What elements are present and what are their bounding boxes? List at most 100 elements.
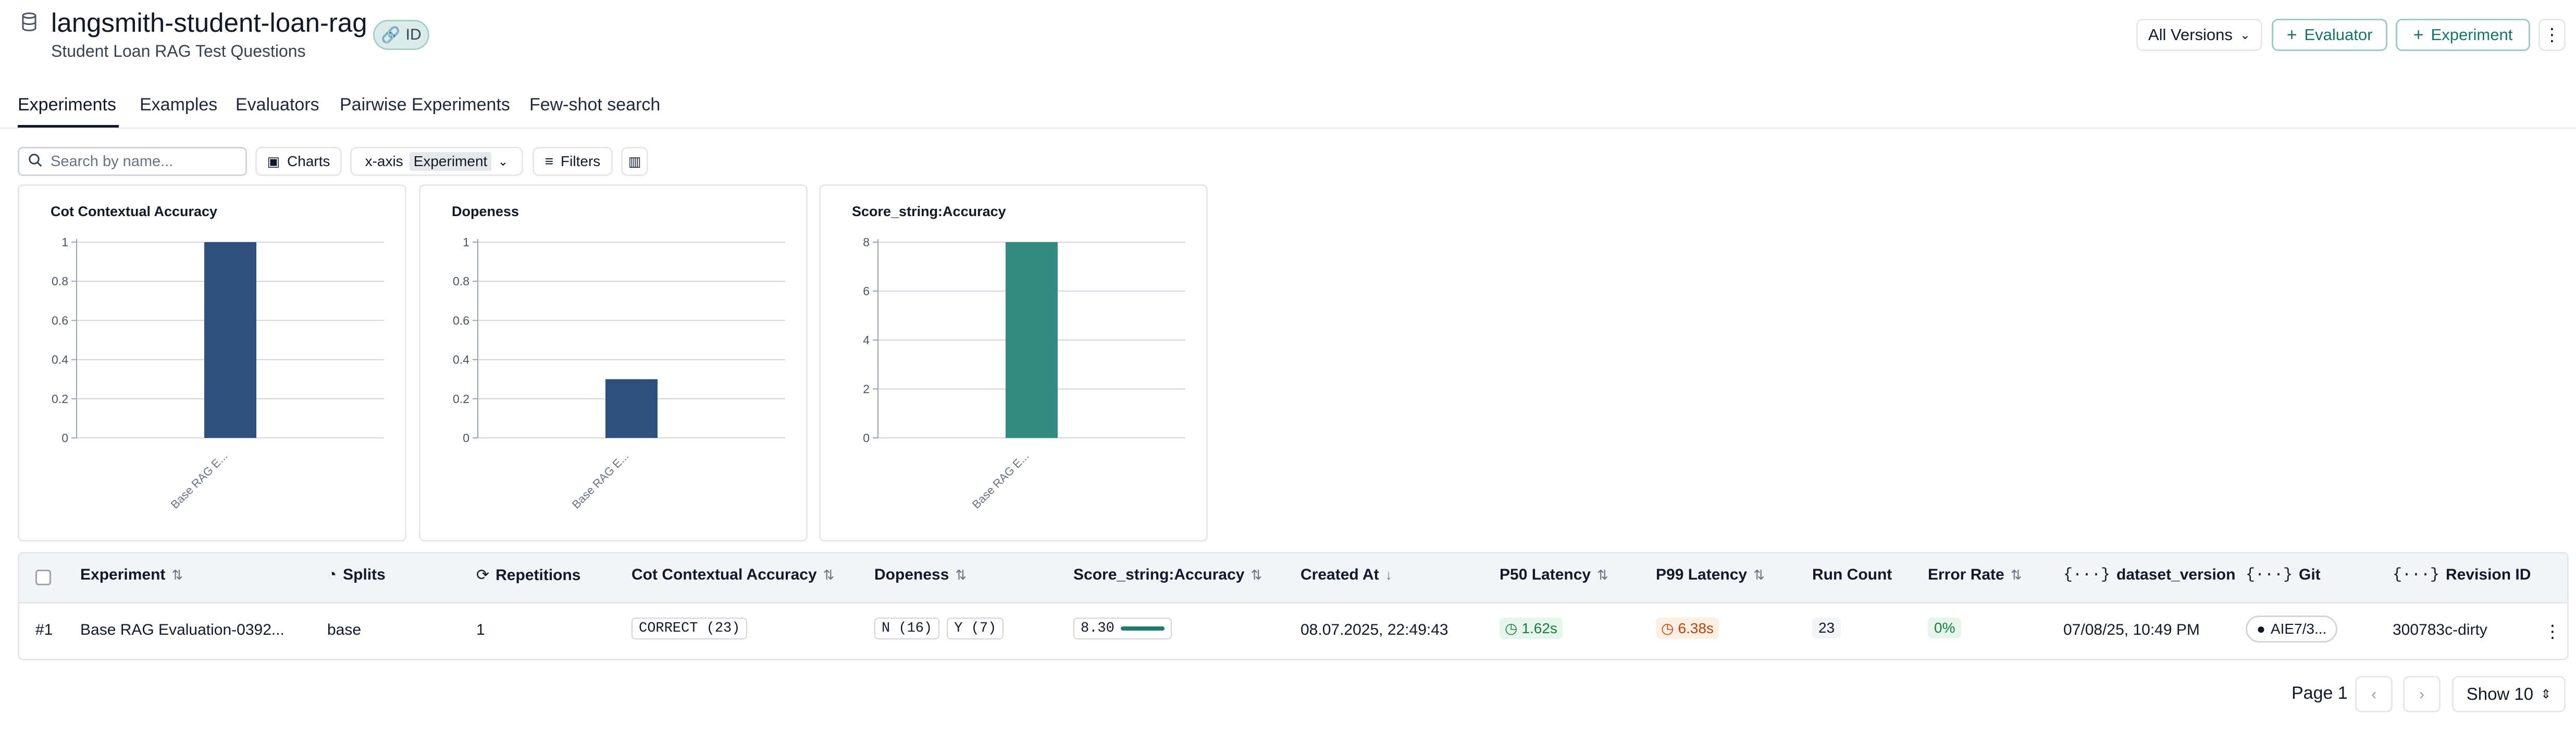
tab-experiments[interactable]: Experiments [18, 95, 116, 115]
col-experiment[interactable]: Experiment ⇅ [80, 566, 183, 584]
chevron-down-icon: ⌄ [2239, 28, 2251, 42]
score-bar [1120, 626, 1165, 631]
versions-select[interactable]: All Versions ⌄ [2136, 19, 2262, 51]
clock-icon: ◷ [1661, 620, 1674, 636]
more-menu-button[interactable]: ⋮ [2538, 19, 2566, 51]
row-index: #1 [35, 621, 53, 638]
tabs-divider [0, 128, 2576, 129]
search-box[interactable]: Search by name... [18, 147, 247, 176]
columns-button[interactable]: ▥ [621, 147, 648, 176]
created-at-value: 08.07.2025, 22:49:43 [1301, 621, 1448, 638]
columns-icon: ▥ [628, 153, 641, 169]
sort-icon: ⇅ [955, 567, 967, 583]
y-tick-label: 0 [463, 431, 469, 445]
col-splits[interactable]: ◔ Splits [327, 566, 386, 584]
y-tick-label: 0.8 [52, 274, 68, 288]
col-p50-latency[interactable]: P50 Latency ⇅ [1500, 566, 1608, 584]
tab-examples[interactable]: Examples [140, 95, 217, 115]
cot-feedback[interactable]: CORRECT (23) [631, 618, 748, 639]
chevron-updown-icon: ⇕ [2541, 687, 2552, 701]
sort-icon: ⇅ [1250, 567, 1262, 583]
y-tick-label: 0.8 [453, 274, 469, 288]
y-tick-label: 8 [863, 235, 870, 249]
col-git[interactable]: {···} Git [2246, 566, 2321, 584]
bar [1006, 242, 1058, 438]
chevron-right-icon: › [2419, 685, 2425, 703]
link-icon: 🔗 [381, 26, 401, 44]
clock-icon: ◷ [1505, 620, 1518, 636]
score-feedback[interactable]: 8.30 [1073, 618, 1172, 639]
filters-button[interactable]: ≡ Filters [532, 147, 613, 176]
sort-icon: ⇅ [1597, 567, 1608, 583]
y-tick-label: 0.6 [453, 313, 469, 327]
col-dataset-version[interactable]: {···} dataset_version [2063, 566, 2235, 584]
charts-toggle-button[interactable]: ▣ Charts [255, 147, 342, 176]
prev-page-button[interactable]: ‹ [2355, 676, 2393, 712]
y-tick-label: 2 [863, 382, 870, 396]
more-vertical-icon: ⋮ [2543, 25, 2561, 45]
x-tick-label: Base RAG E... [569, 449, 631, 511]
experiment-name-link[interactable]: Base RAG Evaluation-0392... [80, 621, 284, 639]
sort-icon: ⇅ [2010, 567, 2022, 583]
braces-icon: {···} [2246, 566, 2293, 584]
chart-cot-contextual-accuracy: 0 0.2 0.4 0.6 0.8 1 Base RAG E... [52, 235, 384, 511]
p99-latency-badge: ◷ 6.38s [1656, 618, 1719, 639]
add-experiment-button[interactable]: + Experiment [2396, 19, 2530, 51]
search-input[interactable]: Search by name... [51, 153, 173, 170]
repetitions-value: 1 [476, 621, 485, 638]
y-tick-label: 4 [863, 333, 870, 347]
sort-icon: ⇅ [1753, 567, 1765, 583]
y-tick-label: 0 [863, 431, 870, 445]
chart-icon: ▣ [267, 153, 280, 169]
github-icon: ● [2257, 621, 2265, 637]
col-error-rate[interactable]: Error Rate ⇅ [1928, 566, 2022, 584]
row-more-menu-icon[interactable]: ⋮ [2544, 621, 2561, 642]
x-axis-select[interactable]: x-axis Experiment ⌄ [350, 147, 523, 176]
col-repetitions[interactable]: ⟳ Repetitions [476, 566, 581, 584]
next-page-button[interactable]: › [2403, 676, 2441, 712]
repeat-icon: ⟳ [476, 567, 490, 584]
y-tick-label: 0.4 [52, 353, 68, 367]
bar [605, 379, 658, 438]
error-rate-badge: 0% [1928, 618, 1962, 638]
sort-icon: ⇅ [171, 567, 183, 583]
y-tick-label: 1 [463, 235, 469, 249]
tab-pairwise-experiments[interactable]: Pairwise Experiments [340, 95, 510, 115]
git-badge[interactable]: ● AIE7/3... [2246, 615, 2338, 643]
search-icon [28, 153, 43, 171]
col-cot-contextual-accuracy[interactable]: Cot Contextual Accuracy ⇅ [631, 566, 834, 584]
tab-few-shot-search[interactable]: Few-shot search [529, 95, 660, 115]
y-tick-label: 0 [61, 431, 68, 445]
plus-icon: + [2413, 24, 2424, 45]
y-tick-label: 6 [863, 284, 870, 298]
chevron-down-icon: ⌄ [498, 154, 509, 169]
revision-id-value: 300783c-dirty [2393, 621, 2487, 638]
filter-icon: ≡ [544, 153, 554, 169]
col-score-string-accuracy[interactable]: Score_string:Accuracy ⇅ [1073, 566, 1262, 584]
page-size-select[interactable]: Show 10 ⇕ [2452, 676, 2566, 712]
sort-icon: ⇅ [823, 567, 835, 583]
tab-evaluators[interactable]: Evaluators [236, 95, 319, 115]
plus-icon: + [2286, 24, 2297, 45]
run-count-badge: 23 [1812, 618, 1841, 638]
split-value: base [327, 621, 362, 638]
col-dopeness[interactable]: Dopeness ⇅ [874, 566, 967, 584]
col-created-at[interactable]: Created At ↓ [1301, 566, 1392, 584]
col-run-count[interactable]: Run Count [1812, 566, 1892, 584]
col-p99-latency[interactable]: P99 Latency ⇅ [1656, 566, 1765, 584]
select-all-checkbox[interactable] [35, 570, 51, 585]
col-revision-id[interactable]: {···} Revision ID [2393, 566, 2531, 584]
dopeness-feedback[interactable]: N (16) Y (7) [874, 618, 1004, 639]
page-title: langsmith-student-loan-rag [51, 8, 367, 37]
chart-card: Cot Contextual Accuracy 0 0.2 0.4 0.6 0.8 1 Ba… [18, 184, 406, 542]
y-tick-label: 1 [61, 235, 68, 249]
sort-desc-icon: ↓ [1385, 567, 1392, 583]
page-subtitle: Student Loan RAG Test Questions [51, 42, 306, 60]
chart-card: Dopeness 0 0.2 0.4 0.6 0.8 1 Base RAG E... [419, 184, 808, 542]
page-indicator: Page 1 [2292, 683, 2348, 703]
add-evaluator-button[interactable]: + Evaluator [2272, 19, 2387, 51]
x-tick-label: Base RAG E... [168, 449, 230, 511]
dataset-version-value: 07/08/25, 10:49 PM [2063, 621, 2200, 638]
y-tick-label: 0.6 [52, 313, 68, 327]
id-badge[interactable]: 🔗 ID [373, 20, 429, 50]
